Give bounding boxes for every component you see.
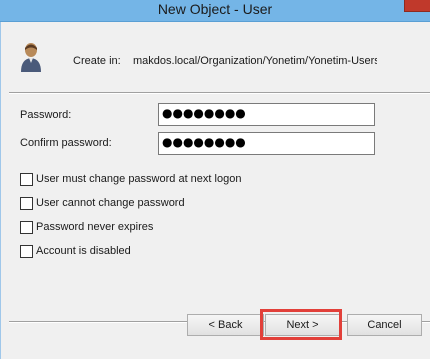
password-field[interactable]: ●●●●●●●● — [158, 103, 375, 126]
create-in-path: makdos.local/Organization/Yonetim/Yoneti… — [133, 55, 377, 67]
title-bar: New Object - User — [0, 0, 430, 22]
password-label: Password: — [20, 109, 72, 121]
close-icon[interactable] — [404, 0, 430, 12]
option-account-disabled[interactable]: Account is disabled — [20, 244, 131, 258]
next-button[interactable]: Next > — [265, 314, 340, 336]
checkbox-label: User cannot change password — [36, 197, 185, 209]
confirm-password-field[interactable]: ●●●●●●●● — [158, 132, 375, 155]
checkbox[interactable] — [20, 244, 33, 258]
window-title: New Object - User — [157, 1, 273, 17]
create-in-label: Create in: — [73, 55, 121, 67]
confirm-password-label: Confirm password: — [20, 137, 112, 149]
checkbox-label: Account is disabled — [36, 245, 131, 257]
user-icon — [21, 43, 41, 72]
option-never-expires[interactable]: Password never expires — [20, 220, 153, 234]
dialog-body: Create in: makdos.local/Organization/Yon… — [0, 22, 430, 359]
option-change-at-logon[interactable]: User must change password at next logon — [20, 172, 241, 186]
back-button[interactable]: < Back — [187, 314, 264, 336]
separator — [9, 92, 430, 94]
checkbox[interactable] — [20, 172, 33, 186]
checkbox[interactable] — [20, 220, 33, 234]
cancel-button[interactable]: Cancel — [347, 314, 422, 336]
checkbox-label: User must change password at next logon — [36, 173, 242, 185]
checkbox[interactable] — [20, 196, 33, 210]
checkbox-label: Password never expires — [36, 221, 154, 233]
option-cannot-change[interactable]: User cannot change password — [20, 196, 185, 210]
